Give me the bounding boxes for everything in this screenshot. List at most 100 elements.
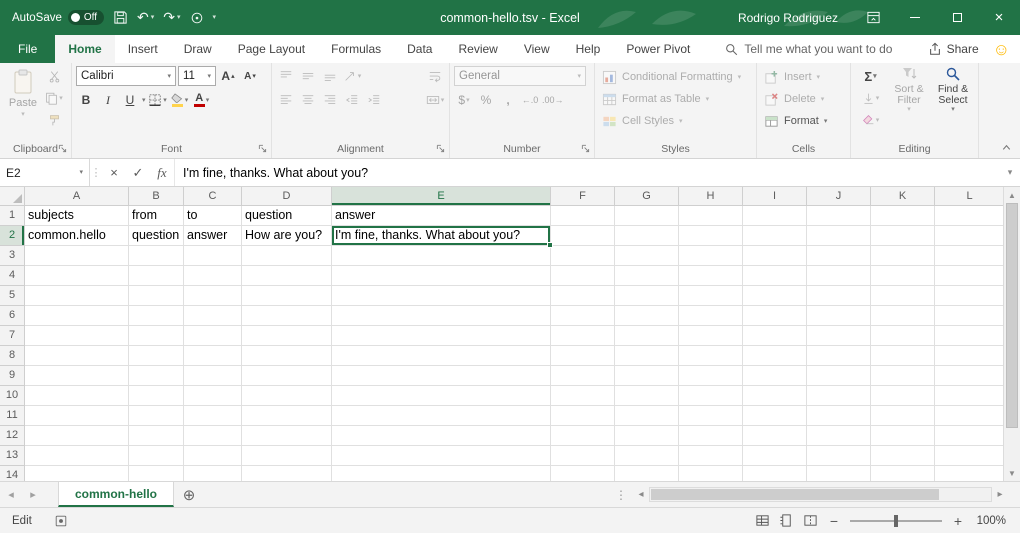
cell-F10[interactable] <box>551 386 615 406</box>
cell-B11[interactable] <box>129 406 184 426</box>
cell-E6[interactable] <box>332 306 551 326</box>
cell-B9[interactable] <box>129 366 184 386</box>
fill-color-button[interactable]: ▾ <box>170 90 190 110</box>
cell-F9[interactable] <box>551 366 615 386</box>
cell-C12[interactable] <box>184 426 242 446</box>
cell-D1[interactable]: question <box>242 206 332 226</box>
percent-style-button[interactable]: % <box>476 90 496 110</box>
cell-C9[interactable] <box>184 366 242 386</box>
cell-J11[interactable] <box>807 406 871 426</box>
cell-D8[interactable] <box>242 346 332 366</box>
format-as-table-button[interactable]: Format as Table▾ <box>599 88 752 110</box>
cell-J2[interactable] <box>807 226 871 246</box>
column-header-A[interactable]: A <box>25 187 129 206</box>
cell-K5[interactable] <box>871 286 935 306</box>
column-header-F[interactable]: F <box>551 187 615 206</box>
cell-H6[interactable] <box>679 306 743 326</box>
cell-I11[interactable] <box>743 406 807 426</box>
zoom-level[interactable]: 100% <box>974 515 1006 527</box>
increase-font-size-button[interactable]: A▴ <box>218 66 238 86</box>
cell-L14[interactable] <box>935 466 1003 481</box>
sheet-tab-common-hello[interactable]: common-hello <box>58 482 174 507</box>
cell-G10[interactable] <box>615 386 679 406</box>
row-header-3[interactable]: 3 <box>0 246 25 266</box>
align-center-button[interactable] <box>298 90 318 110</box>
cell-I8[interactable] <box>743 346 807 366</box>
cell-A4[interactable] <box>25 266 129 286</box>
cell-L12[interactable] <box>935 426 1003 446</box>
cell-I9[interactable] <box>743 366 807 386</box>
cell-L6[interactable] <box>935 306 1003 326</box>
cell-G6[interactable] <box>615 306 679 326</box>
cell-C4[interactable] <box>184 266 242 286</box>
row-header-4[interactable]: 4 <box>0 266 25 286</box>
cell-A14[interactable] <box>25 466 129 481</box>
cell-L13[interactable] <box>935 446 1003 466</box>
tab-file[interactable]: File <box>0 35 55 63</box>
cell-H1[interactable] <box>679 206 743 226</box>
insert-function-button[interactable]: fx <box>150 159 174 186</box>
cell-E9[interactable] <box>332 366 551 386</box>
user-name[interactable]: Rodrigo Rodriguez <box>738 11 838 25</box>
cell-B4[interactable] <box>129 266 184 286</box>
new-sheet-button[interactable]: ⊕ <box>174 482 204 507</box>
cell-F8[interactable] <box>551 346 615 366</box>
cell-L9[interactable] <box>935 366 1003 386</box>
cell-K13[interactable] <box>871 446 935 466</box>
autosum-button[interactable]: Σ▾ <box>855 66 886 86</box>
cell-K6[interactable] <box>871 306 935 326</box>
cell-L11[interactable] <box>935 406 1003 426</box>
cell-J4[interactable] <box>807 266 871 286</box>
cell-I6[interactable] <box>743 306 807 326</box>
cell-H14[interactable] <box>679 466 743 481</box>
cell-E1[interactable]: answer <box>332 206 551 226</box>
tab-page-layout[interactable]: Page Layout <box>225 35 318 63</box>
horizontal-scroll-track[interactable] <box>649 487 992 502</box>
cell-G2[interactable] <box>615 226 679 246</box>
macro-record-button[interactable] <box>54 514 68 528</box>
cell-H9[interactable] <box>679 366 743 386</box>
scroll-down-button[interactable]: ▼ <box>1004 465 1020 481</box>
cell-C2[interactable]: answer <box>184 226 242 246</box>
cell-F1[interactable] <box>551 206 615 226</box>
column-header-E[interactable]: E <box>332 187 551 206</box>
cell-K1[interactable] <box>871 206 935 226</box>
column-header-B[interactable]: B <box>129 187 184 206</box>
cell-C13[interactable] <box>184 446 242 466</box>
cell-C5[interactable] <box>184 286 242 306</box>
cell-J8[interactable] <box>807 346 871 366</box>
vertical-scroll-track[interactable] <box>1004 203 1020 465</box>
share-button[interactable]: Share <box>928 42 979 56</box>
cell-E4[interactable] <box>332 266 551 286</box>
cell-A7[interactable] <box>25 326 129 346</box>
cell-E2[interactable]: I'm fine, thanks. What about you? <box>332 226 551 246</box>
row-header-14[interactable]: 14 <box>0 466 25 481</box>
cell-D4[interactable] <box>242 266 332 286</box>
cell-A9[interactable] <box>25 366 129 386</box>
borders-button[interactable]: ▾ <box>148 90 168 110</box>
conditional-formatting-button[interactable]: Conditional Formatting▾ <box>599 66 752 88</box>
cell-C11[interactable] <box>184 406 242 426</box>
accounting-format-button[interactable]: $▾ <box>454 90 474 110</box>
fill-button[interactable]: ▾ <box>855 88 886 108</box>
tab-scrollbar-splitter[interactable]: ⋮ <box>609 482 633 507</box>
cell-J9[interactable] <box>807 366 871 386</box>
cell-A12[interactable] <box>25 426 129 446</box>
cell-D12[interactable] <box>242 426 332 446</box>
cell-A10[interactable] <box>25 386 129 406</box>
cell-J6[interactable] <box>807 306 871 326</box>
cell-B8[interactable] <box>129 346 184 366</box>
cell-I3[interactable] <box>743 246 807 266</box>
decrease-font-size-button[interactable]: A▾ <box>240 66 260 86</box>
cell-L10[interactable] <box>935 386 1003 406</box>
cell-I13[interactable] <box>743 446 807 466</box>
cell-B6[interactable] <box>129 306 184 326</box>
cell-D14[interactable] <box>242 466 332 481</box>
cell-D7[interactable] <box>242 326 332 346</box>
zoom-slider[interactable] <box>850 514 942 528</box>
zoom-out-button[interactable]: − <box>827 514 841 528</box>
sheet-nav-right-button[interactable]: ▸ <box>22 482 44 507</box>
cell-I5[interactable] <box>743 286 807 306</box>
maximize-button[interactable] <box>936 0 978 35</box>
copy-button[interactable]: ▾ <box>44 88 64 108</box>
